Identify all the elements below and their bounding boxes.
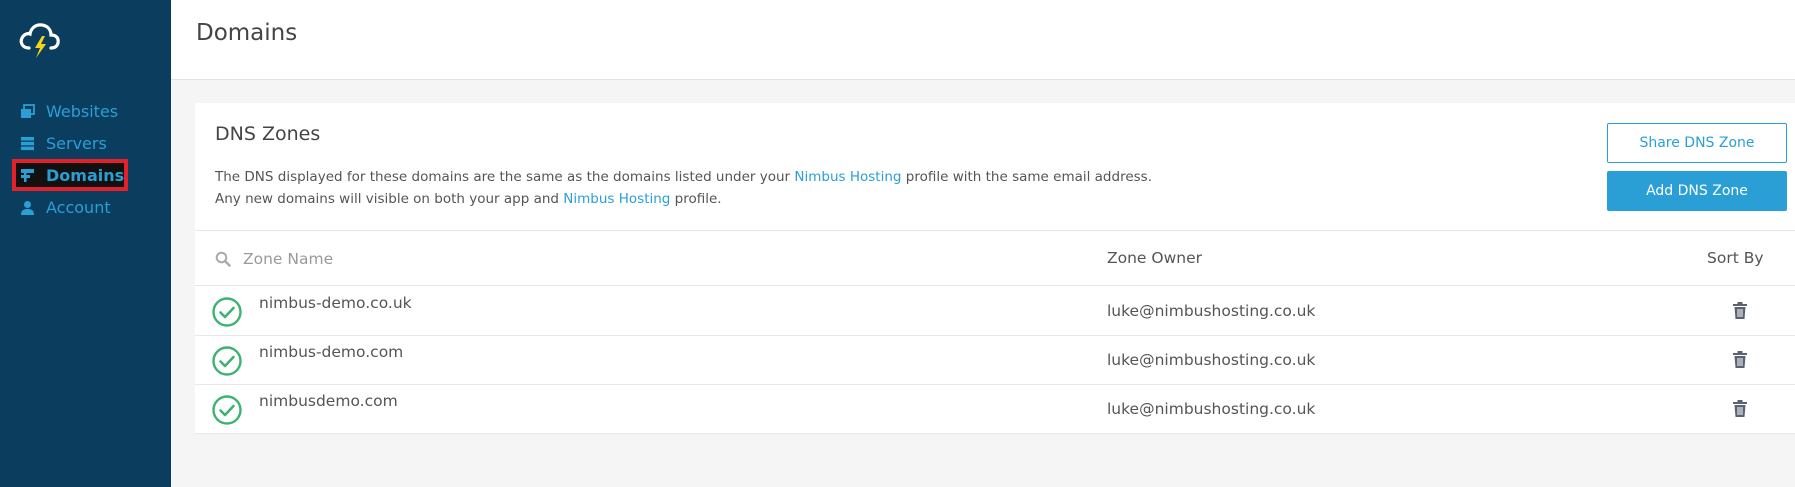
sort-by-control[interactable]: Sort By xyxy=(1707,249,1764,267)
search-icon xyxy=(215,251,231,267)
table-header: Zone Owner Sort By xyxy=(195,232,1795,286)
page-title: Domains xyxy=(196,20,298,46)
sidebar-nav: Websites Servers Domains Account xyxy=(12,95,162,223)
sidebar-item-websites[interactable]: Websites xyxy=(12,95,162,127)
servers-icon xyxy=(19,135,35,151)
trash-icon[interactable] xyxy=(1732,301,1748,321)
zone-owner: luke@nimbushosting.co.uk xyxy=(1107,302,1316,320)
card-title: DNS Zones xyxy=(215,123,321,145)
check-circle-icon xyxy=(211,345,243,377)
card-header: DNS Zones The DNS displayed for these do… xyxy=(195,103,1795,231)
share-dns-zone-button[interactable]: Share DNS Zone xyxy=(1607,123,1787,163)
zone-owner: luke@nimbushosting.co.uk xyxy=(1107,400,1316,418)
sidebar-item-label: Servers xyxy=(46,133,107,153)
description-line-2: Any new domains will visible on both you… xyxy=(215,191,722,207)
sidebar-item-label: Account xyxy=(46,197,111,217)
zone-owner: luke@nimbushosting.co.uk xyxy=(1107,351,1316,369)
zone-owner-header: Zone Owner xyxy=(1107,249,1202,267)
account-icon xyxy=(19,199,35,215)
trash-icon[interactable] xyxy=(1732,350,1748,370)
trash-icon[interactable] xyxy=(1732,399,1748,419)
check-circle-icon xyxy=(211,296,243,328)
zone-name[interactable]: nimbusdemo.com xyxy=(259,392,398,410)
table-row: nimbusdemo.com luke@nimbushosting.co.uk xyxy=(195,385,1795,434)
sidebar-item-account[interactable]: Account xyxy=(12,191,162,223)
check-circle-icon xyxy=(211,394,243,426)
zone-name-search-input[interactable] xyxy=(243,245,469,273)
zone-name[interactable]: nimbus-demo.co.uk xyxy=(259,294,412,312)
card-description: The DNS displayed for these domains are … xyxy=(215,166,1152,210)
nimbus-hosting-link[interactable]: Nimbus Hosting xyxy=(794,169,901,185)
sidebar-item-servers[interactable]: Servers xyxy=(12,127,162,159)
table-row: nimbus-demo.co.uk luke@nimbushosting.co.… xyxy=(195,287,1795,336)
sidebar-item-domains[interactable]: Domains xyxy=(12,159,128,191)
add-dns-zone-button[interactable]: Add DNS Zone xyxy=(1607,171,1787,211)
websites-icon xyxy=(19,103,35,119)
dns-zones-card: DNS Zones The DNS displayed for these do… xyxy=(195,103,1795,434)
sidebar-item-label: Domains xyxy=(46,165,125,185)
nimbus-hosting-link[interactable]: Nimbus Hosting xyxy=(563,191,670,207)
sidebar: Websites Servers Domains Account xyxy=(0,0,171,487)
cloud-lightning-logo[interactable] xyxy=(18,18,63,60)
domains-icon xyxy=(19,167,35,183)
table-row: nimbus-demo.com luke@nimbushosting.co.uk xyxy=(195,336,1795,385)
zone-name[interactable]: nimbus-demo.com xyxy=(259,343,403,361)
sidebar-item-label: Websites xyxy=(46,101,119,121)
description-line-1: The DNS displayed for these domains are … xyxy=(215,169,1152,185)
page-header: Domains xyxy=(171,0,1795,80)
